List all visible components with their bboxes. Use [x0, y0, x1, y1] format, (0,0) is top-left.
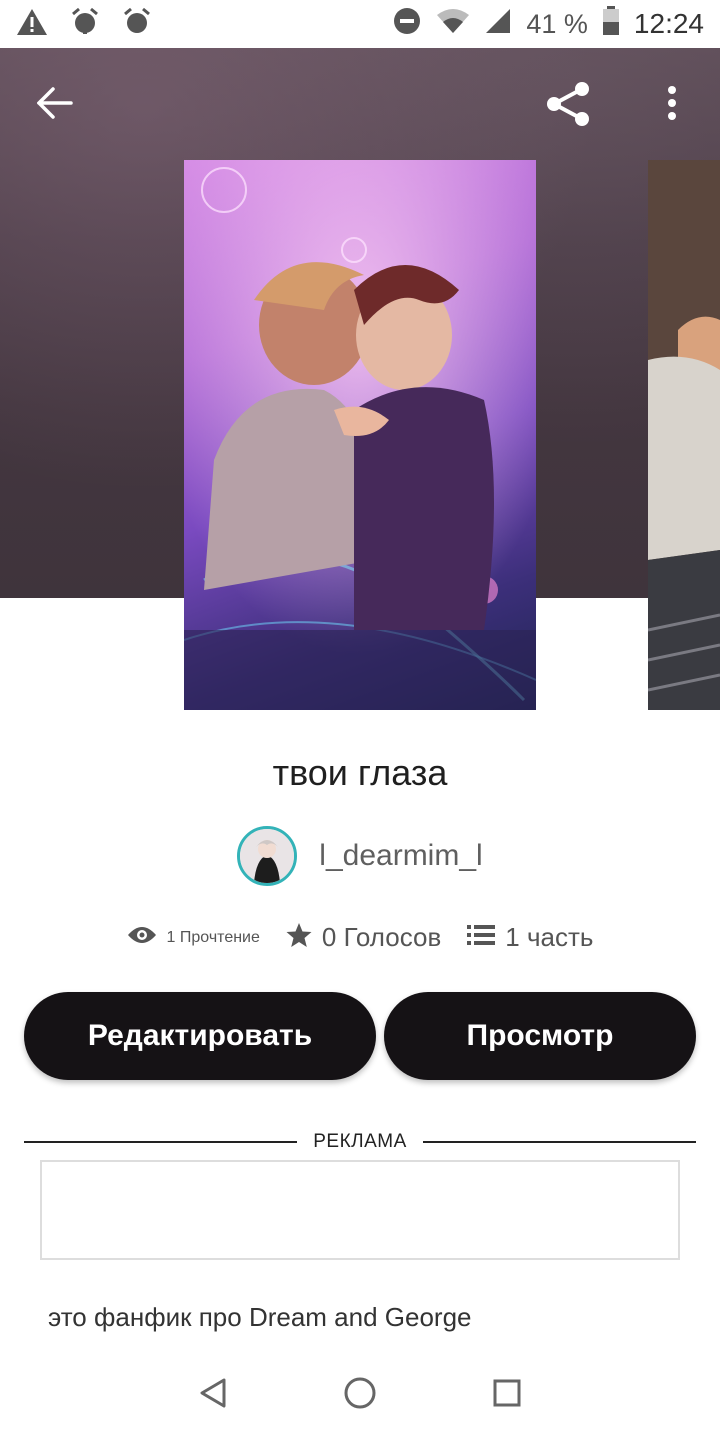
warning-icon	[16, 7, 48, 42]
nav-recents-icon[interactable]	[492, 1378, 522, 1413]
battery-icon	[602, 5, 620, 43]
star-icon	[286, 922, 312, 953]
story-stats: 1 Прочтение 0 Голосов 1 часть	[0, 922, 720, 953]
signal-icon	[484, 7, 512, 42]
story-description: это фанфик про Dream and George	[48, 1302, 472, 1332]
story-title: твои глаза	[272, 752, 448, 793]
author-username[interactable]: l_dearmim_l	[319, 839, 482, 873]
battery-percent: 41 %	[526, 8, 588, 39]
view-button[interactable]: Просмотр	[384, 992, 696, 1080]
more-options-button[interactable]	[654, 80, 690, 130]
divider-line	[24, 1141, 298, 1143]
share-button[interactable]	[540, 78, 596, 134]
ad-label: РЕКЛАМА	[313, 1131, 407, 1152]
status-bar: 41 % 12:24	[0, 0, 720, 48]
share-icon	[544, 80, 592, 133]
story-cover-image[interactable]	[184, 160, 536, 710]
next-story-cover-image[interactable]	[648, 160, 720, 710]
more-vert-icon	[667, 85, 677, 126]
ad-divider: РЕКЛАМА	[24, 1130, 696, 1154]
edit-button[interactable]: Редактировать	[24, 992, 376, 1080]
divider-line	[422, 1141, 696, 1143]
reads-count: 1 Прочтение	[166, 928, 260, 946]
ad-placeholder[interactable]	[40, 1160, 680, 1260]
clock: 12:24	[633, 8, 704, 39]
votes-stat: 0 Голосов	[286, 922, 441, 953]
parts-count: 1 часть	[505, 922, 594, 952]
back-arrow-icon	[36, 86, 73, 124]
back-button[interactable]	[30, 80, 80, 130]
parts-stat: 1 часть	[467, 922, 593, 953]
nav-home-icon[interactable]	[343, 1376, 377, 1415]
wifi-icon	[436, 7, 470, 42]
eye-icon	[127, 925, 157, 950]
reads-stat: 1 Прочтение	[127, 925, 260, 950]
dnd-icon	[392, 6, 422, 43]
votes-count: 0 Голосов	[321, 922, 442, 952]
author-avatar[interactable]	[237, 826, 298, 886]
system-nav-bar	[0, 1350, 720, 1440]
alarm-icon	[70, 7, 100, 42]
author-row[interactable]: l_dearmim_l	[0, 826, 720, 886]
nav-back-icon[interactable]	[198, 1377, 228, 1414]
list-icon	[467, 924, 496, 951]
alarm-icon	[122, 7, 152, 42]
